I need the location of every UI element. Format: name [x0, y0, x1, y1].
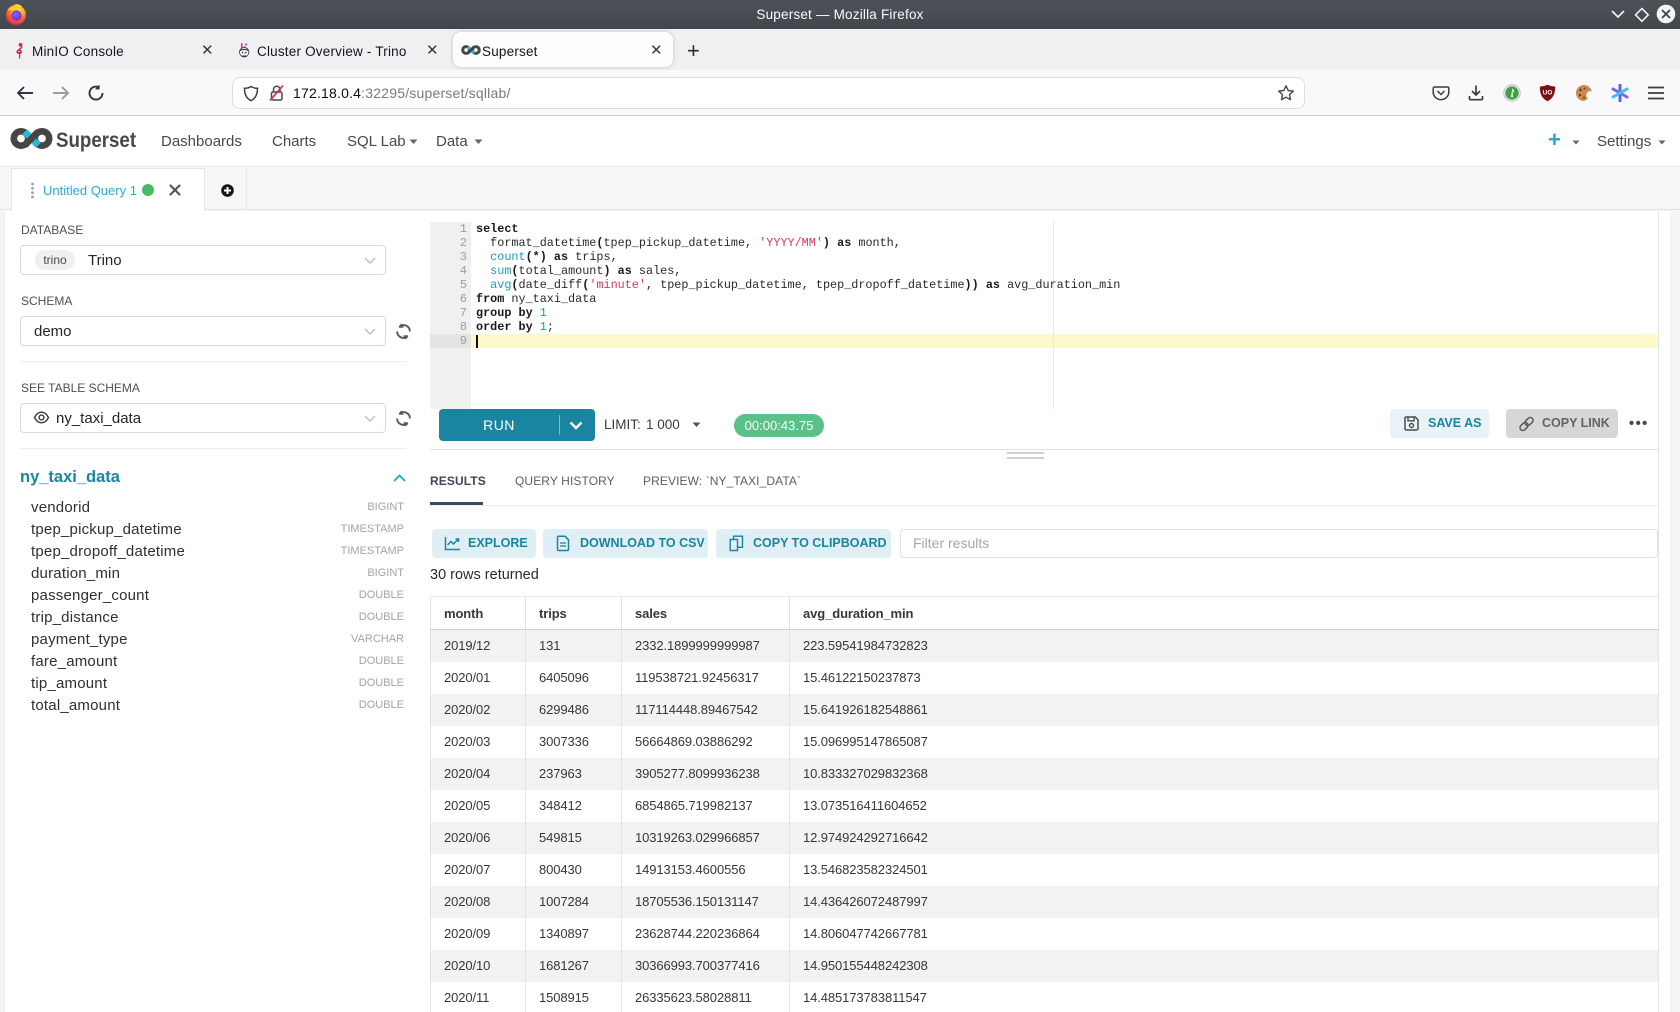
svg-text:UO: UO	[1543, 90, 1553, 97]
